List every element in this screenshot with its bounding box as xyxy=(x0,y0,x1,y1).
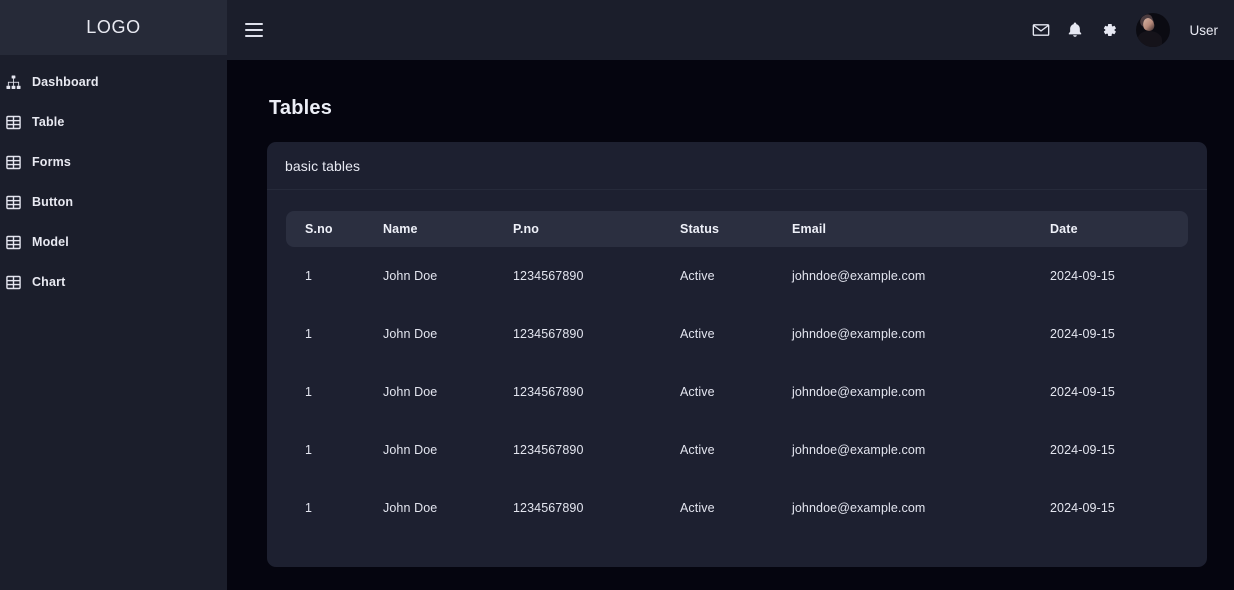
cell-name: John Doe xyxy=(383,269,438,283)
cell-sno: 1 xyxy=(305,385,313,399)
mail-icon[interactable] xyxy=(1032,21,1050,39)
bell-icon[interactable] xyxy=(1066,21,1084,39)
table-head: S.no Name P.no Status Email Date xyxy=(286,211,1188,247)
table-body: 1 John Doe 1234567890 Active johndoe@exa… xyxy=(286,247,1188,537)
avatar[interactable] xyxy=(1136,13,1171,47)
cell-name: John Doe xyxy=(383,443,438,457)
sidebar-nav: Dashboard Table Forms Button Model Chart xyxy=(0,55,227,302)
sitemap-icon xyxy=(5,74,22,91)
column-header-sno[interactable]: S.no xyxy=(286,211,383,247)
cell-status: Active xyxy=(680,327,715,341)
cell-pno: 1234567890 xyxy=(513,327,584,341)
card-title: basic tables xyxy=(285,157,361,174)
table-row[interactable]: 1 John Doe 1234567890 Active johndoe@exa… xyxy=(286,363,1188,421)
cell-date: 2024-09-15 xyxy=(1050,443,1115,457)
cell-name: John Doe xyxy=(383,385,438,399)
cell-status: Active xyxy=(680,385,715,399)
basic-table: S.no Name P.no Status Email Date 1 John … xyxy=(286,211,1188,537)
column-header-status[interactable]: Status xyxy=(680,211,792,247)
cell-date: 2024-09-15 xyxy=(1050,385,1115,399)
sidebar-item-model[interactable]: Model xyxy=(0,222,227,262)
table-row[interactable]: 1 John Doe 1234567890 Active johndoe@exa… xyxy=(286,247,1188,305)
sidebar-item-chart[interactable]: Chart xyxy=(0,262,227,302)
cell-pno: 1234567890 xyxy=(513,385,584,399)
sidebar-item-label: Chart xyxy=(32,275,66,289)
cell-email: johndoe@example.com xyxy=(792,501,926,515)
cell-date: 2024-09-15 xyxy=(1050,269,1115,283)
sidebar-item-label: Dashboard xyxy=(32,75,99,89)
topbar-actions: User xyxy=(1032,13,1218,47)
cell-email: johndoe@example.com xyxy=(792,327,926,341)
table-grid-icon xyxy=(5,154,22,171)
cell-date: 2024-09-15 xyxy=(1050,501,1115,515)
sidebar-item-button[interactable]: Button xyxy=(0,182,227,222)
app-root: LOGO Dashboard Table Forms Button Model … xyxy=(0,0,1234,590)
sidebar-item-label: Button xyxy=(32,195,74,209)
cell-email: johndoe@example.com xyxy=(792,385,926,399)
card-body: S.no Name P.no Status Email Date 1 John … xyxy=(267,190,1207,567)
cell-pno: 1234567890 xyxy=(513,269,584,283)
table-grid-icon xyxy=(5,274,22,291)
avatar-face xyxy=(1141,16,1157,33)
sidebar-item-dashboard[interactable]: Dashboard xyxy=(0,62,227,102)
cell-email: johndoe@example.com xyxy=(792,443,926,457)
sidebar-item-label: Model xyxy=(32,235,69,249)
cell-date: 2024-09-15 xyxy=(1050,327,1115,341)
logo-text: LOGO xyxy=(86,17,141,37)
topbar: User xyxy=(227,0,1234,60)
card-header: basic tables xyxy=(267,142,1207,190)
cell-sno: 1 xyxy=(305,269,313,283)
hamburger-line xyxy=(245,35,263,37)
cell-sno: 1 xyxy=(305,327,313,341)
cell-name: John Doe xyxy=(383,327,438,341)
avatar-body xyxy=(1138,31,1163,47)
column-header-name[interactable]: Name xyxy=(383,211,513,247)
table-grid-icon xyxy=(5,114,22,131)
table-row[interactable]: 1 John Doe 1234567890 Active johndoe@exa… xyxy=(286,479,1188,537)
sidebar-item-label: Table xyxy=(32,115,65,129)
sidebar-item-forms[interactable]: Forms xyxy=(0,142,227,182)
sidebar-item-label: Forms xyxy=(32,155,71,169)
table-row[interactable]: 1 John Doe 1234567890 Active johndoe@exa… xyxy=(286,421,1188,479)
cell-name: John Doe xyxy=(383,501,438,515)
cell-sno: 1 xyxy=(305,443,313,457)
table-row[interactable]: 1 John Doe 1234567890 Active johndoe@exa… xyxy=(286,305,1188,363)
cell-status: Active xyxy=(680,269,715,283)
cell-email: johndoe@example.com xyxy=(792,269,926,283)
cell-sno: 1 xyxy=(305,501,313,515)
cell-pno: 1234567890 xyxy=(513,443,584,457)
table-header-row: S.no Name P.no Status Email Date xyxy=(286,211,1188,247)
column-header-pno[interactable]: P.no xyxy=(513,211,680,247)
gear-icon[interactable] xyxy=(1100,21,1118,39)
table-grid-icon xyxy=(5,194,22,211)
page-title: Tables xyxy=(269,97,333,119)
main-content: Tables basic tables S.no Name P.no Statu… xyxy=(227,60,1234,590)
column-header-date[interactable]: Date xyxy=(1050,211,1188,247)
hamburger-line xyxy=(245,29,263,31)
hamburger-line xyxy=(245,23,263,25)
cell-status: Active xyxy=(680,501,715,515)
hamburger-icon[interactable] xyxy=(245,21,267,39)
sidebar-item-table[interactable]: Table xyxy=(0,102,227,142)
user-name-label: User xyxy=(1189,22,1218,38)
table-card: basic tables S.no Name P.no Status Email… xyxy=(267,142,1207,567)
cell-status: Active xyxy=(680,443,715,457)
cell-pno: 1234567890 xyxy=(513,501,584,515)
sidebar-logo-area[interactable]: LOGO xyxy=(0,0,227,55)
sidebar: LOGO Dashboard Table Forms Button Model … xyxy=(0,0,227,590)
column-header-email[interactable]: Email xyxy=(792,211,1050,247)
table-grid-icon xyxy=(5,234,22,251)
